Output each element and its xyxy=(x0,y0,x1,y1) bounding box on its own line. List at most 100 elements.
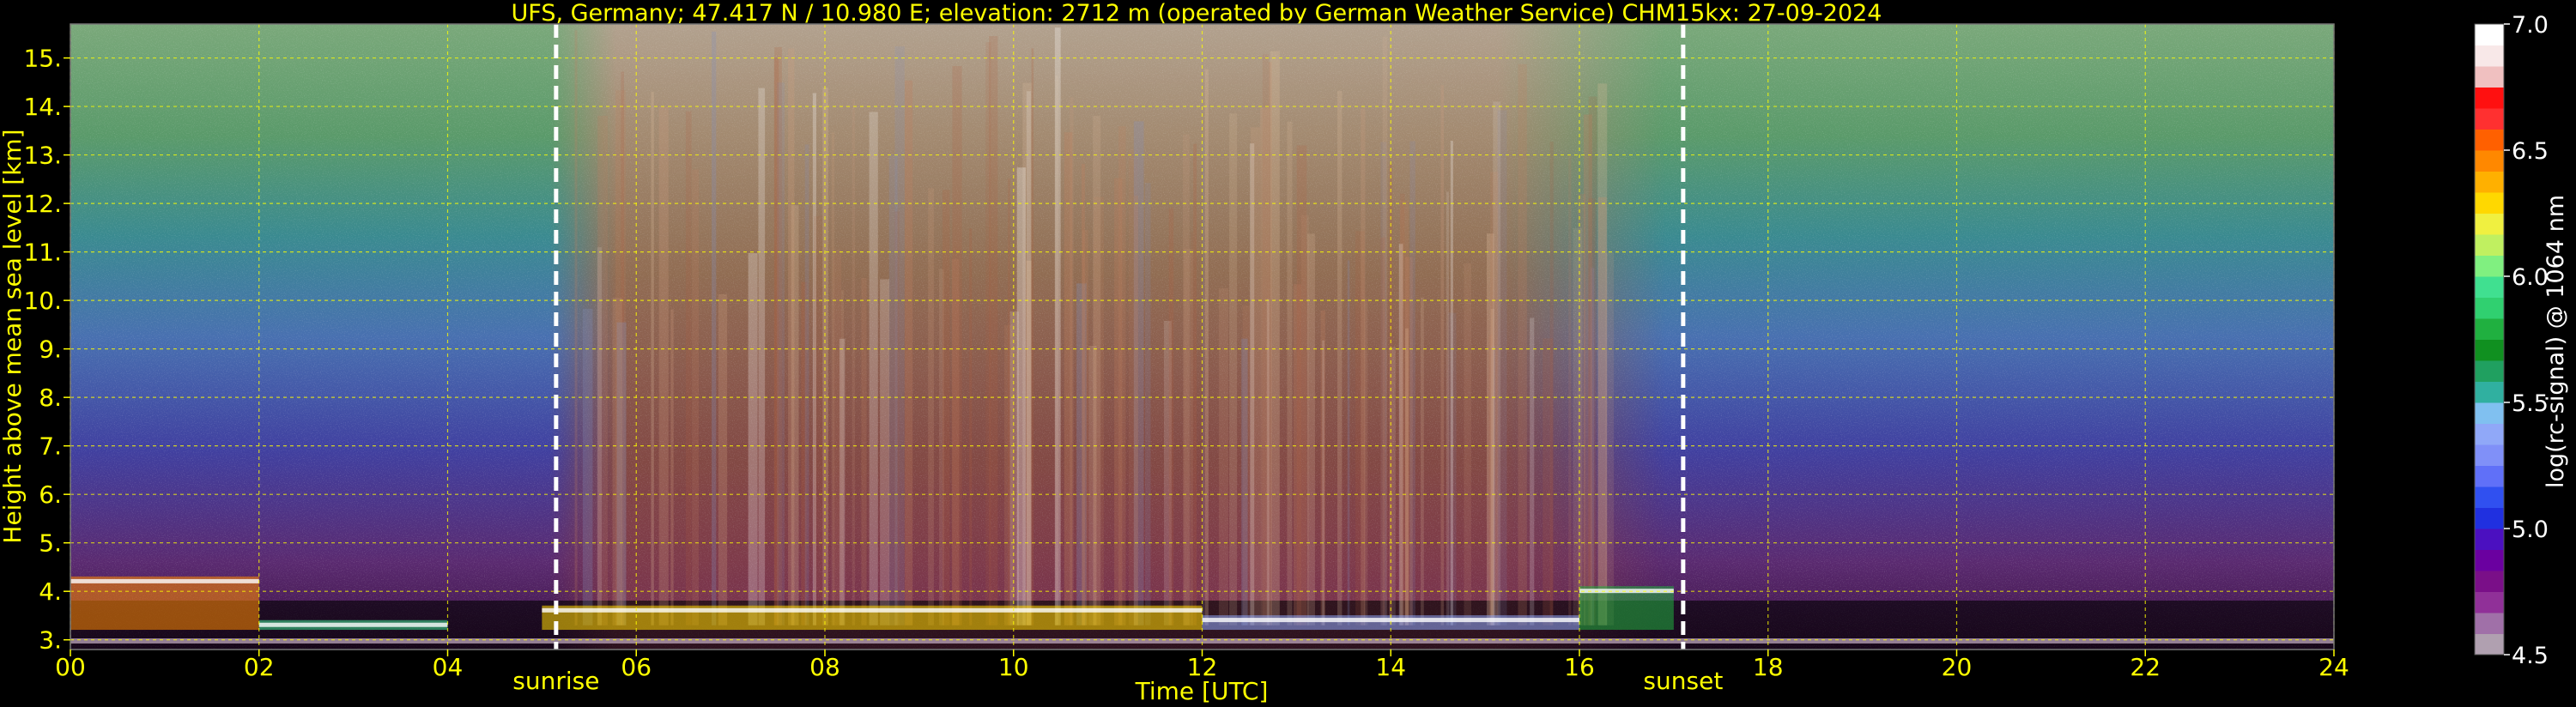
cloud-layer-top xyxy=(70,578,259,583)
boundary-layer-segment xyxy=(70,576,259,631)
colorbar-tick-label: 4.5 xyxy=(2512,643,2549,669)
x-tick-label: 20 xyxy=(1942,653,1973,681)
x-tick-label: 10 xyxy=(998,653,1029,681)
colorbar-segment xyxy=(2475,381,2504,403)
signal-stripe xyxy=(1241,338,1248,625)
y-tick-label: 8. xyxy=(39,384,62,412)
y-tick-label: 4. xyxy=(39,577,62,606)
colorbar-segment xyxy=(2475,108,2504,130)
x-tick-label: 08 xyxy=(809,653,840,681)
signal-stripe xyxy=(1026,260,1032,625)
signal-stripe xyxy=(612,297,622,625)
signal-stripe xyxy=(1296,145,1307,625)
signal-stripe xyxy=(852,99,856,625)
colorbar-segment xyxy=(2475,465,2504,487)
signal-stripe xyxy=(670,309,674,625)
signal-stripe xyxy=(1183,134,1190,625)
signal-stripe xyxy=(880,279,890,625)
colorbar-segment xyxy=(2475,507,2504,529)
signal-stripe xyxy=(1573,227,1583,625)
colorbar-segment xyxy=(2475,171,2504,193)
signal-stripe xyxy=(928,188,934,625)
y-tick-label: 12. xyxy=(23,190,62,218)
signal-stripe xyxy=(718,294,728,625)
cloud-layer-top xyxy=(258,622,448,627)
signal-stripe xyxy=(1064,132,1073,625)
colorbar-segment xyxy=(2475,66,2504,88)
colorbar-segment xyxy=(2475,234,2504,256)
signal-stripe xyxy=(969,228,973,625)
colorbar-tick-label: 6.5 xyxy=(2512,138,2549,165)
y-tick-label: 13. xyxy=(23,142,62,170)
colorbar: 4.55.05.56.06.57.0 log(rc-signal) @ 1064… xyxy=(2474,12,2569,669)
colorbar-segment xyxy=(2475,276,2504,298)
colorbar-segment xyxy=(2475,129,2504,151)
signal-stripe xyxy=(1320,310,1325,625)
signal-stripe xyxy=(574,30,578,625)
y-tick-label: 15. xyxy=(23,45,62,73)
colorbar-segment xyxy=(2475,549,2504,571)
signal-stripe xyxy=(1588,198,1596,625)
colorbar-segment xyxy=(2475,297,2504,319)
colorbar-segment xyxy=(2475,402,2504,424)
signal-stripe xyxy=(1549,142,1554,625)
x-axis-label: Time [UTC] xyxy=(1135,677,1269,705)
signal-stripe xyxy=(1287,121,1293,625)
event-label-sunrise: sunrise xyxy=(512,667,599,695)
y-tick-label: 6. xyxy=(39,480,62,509)
signal-stripe xyxy=(1597,83,1608,625)
signal-stripe xyxy=(685,111,692,625)
y-tick-label: 3. xyxy=(39,626,62,655)
signal-stripe xyxy=(1518,63,1527,625)
colorbar-segment xyxy=(2475,213,2504,235)
signal-stripe xyxy=(773,57,779,625)
x-tick-label: 14 xyxy=(1375,653,1406,681)
signal-stripe xyxy=(951,258,960,625)
signal-stripe xyxy=(1380,237,1385,625)
signal-stripe xyxy=(1008,178,1010,625)
signal-stripe xyxy=(651,91,654,625)
signal-stripe xyxy=(1361,108,1366,625)
colorbar-segment xyxy=(2475,633,2504,656)
colorbar-segment xyxy=(2475,45,2504,67)
signal-stripe xyxy=(869,112,878,625)
signal-stripe xyxy=(597,115,608,625)
signal-stripe xyxy=(658,106,669,625)
colorbar-segment xyxy=(2475,339,2504,361)
colorbar-segment xyxy=(2475,571,2504,592)
colorbar-segment xyxy=(2475,360,2504,382)
signal-stripe xyxy=(582,308,593,625)
colorbar-label: log(rc-signal) @ 1064 nm xyxy=(2543,195,2569,488)
x-tick-label: 18 xyxy=(1753,653,1784,681)
signal-stripe xyxy=(814,215,823,625)
ceilometer-figure: UFS, Germany; 47.417 N / 10.980 E; eleva… xyxy=(0,0,2569,705)
signal-stripe xyxy=(1493,101,1501,625)
signal-stripe xyxy=(1421,297,1424,625)
signal-stripe xyxy=(1114,178,1123,625)
colorbar-tick-label: 5.0 xyxy=(2512,517,2549,543)
signal-stripe xyxy=(758,88,766,625)
signal-stripe xyxy=(1260,107,1270,625)
plot-area: sunrise sunset xyxy=(70,23,2335,695)
event-label-sunset: sunset xyxy=(1643,667,1723,695)
signal-stripe xyxy=(1409,141,1415,625)
colorbar-segment xyxy=(2475,423,2504,445)
signal-stripe xyxy=(1168,208,1174,625)
signal-stripe xyxy=(861,278,867,625)
signal-stripe xyxy=(1203,141,1205,625)
signal-stripe xyxy=(1133,196,1139,625)
signal-stripe xyxy=(748,252,758,625)
signal-stripe xyxy=(989,36,998,625)
signal-stripe xyxy=(1250,127,1261,625)
signal-stripe xyxy=(1191,232,1193,625)
colorbar-segment xyxy=(2475,318,2504,340)
signal-stripe xyxy=(1530,317,1535,625)
x-tick-label: 00 xyxy=(55,653,86,681)
signal-stripe xyxy=(1054,27,1061,625)
y-axis-ticks: 3. 4. 5. 6. 7. 8. 9. 10. 11. 12. 13. 14. 15. xyxy=(23,45,70,655)
colorbar-segment xyxy=(2475,444,2504,466)
x-tick-label: 04 xyxy=(433,653,464,681)
colorbar-segment xyxy=(2475,150,2504,172)
colorbar-segment xyxy=(2475,591,2504,613)
y-tick-label: 11. xyxy=(23,239,62,267)
